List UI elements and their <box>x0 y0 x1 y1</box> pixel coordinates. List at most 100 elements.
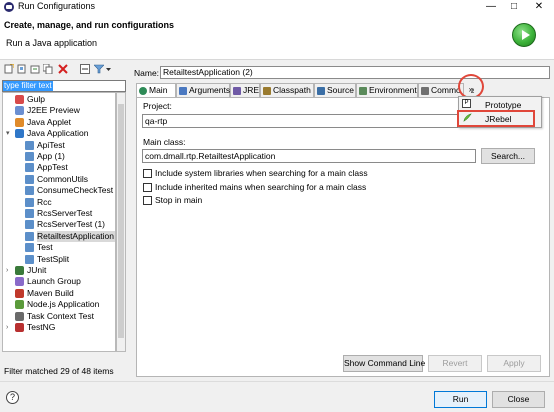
tree-item-label: Task Context Test <box>27 310 94 321</box>
include-system-libraries-checkbox[interactable]: Include system libraries when searching … <box>143 168 373 179</box>
java-class-icon <box>25 163 34 173</box>
tree-item[interactable]: App (1) <box>25 151 113 162</box>
collapse-all-icon[interactable] <box>80 64 90 74</box>
gulp-icon <box>15 95 24 104</box>
collapse-arrow-icon[interactable]: › <box>6 265 8 276</box>
checkbox-label: Include inherited mains when searching f… <box>155 182 367 192</box>
minimize-button[interactable]: — <box>482 0 500 14</box>
tree-item-label: Node.js Application <box>27 299 100 310</box>
j2ee-icon <box>15 106 24 116</box>
tree-item[interactable]: ConsumeCheckTest (1 <box>25 185 115 196</box>
name-label: Name: <box>134 68 160 78</box>
tree-item-label: J2EE Preview <box>27 105 80 116</box>
tree-item[interactable]: › TestNG <box>6 322 113 333</box>
project-label: Project: <box>143 101 172 111</box>
maximize-button[interactable]: □ <box>505 0 523 14</box>
tab-label: Environment <box>369 85 417 95</box>
close-button[interactable]: Close <box>492 391 545 408</box>
prototype-icon: P <box>462 99 471 108</box>
apply-button[interactable]: Apply <box>487 355 541 372</box>
tree-item[interactable]: RcsServerTest <box>25 208 113 219</box>
run-button[interactable]: Run <box>434 391 487 408</box>
revert-button[interactable]: Revert <box>428 355 482 372</box>
tree-item[interactable]: Rcc <box>25 197 113 208</box>
eclipse-app-icon <box>4 2 14 12</box>
delete-config-icon[interactable] <box>58 64 68 74</box>
testng-icon <box>15 323 24 332</box>
tree-item[interactable]: CommonUtils <box>25 174 113 185</box>
tab-jre[interactable]: JRE <box>230 83 260 97</box>
menu-item-label: Prototype <box>485 100 522 110</box>
tab-source[interactable]: Source <box>314 83 356 97</box>
java-class-icon <box>25 197 34 207</box>
filter-config-icon[interactable] <box>94 64 104 74</box>
tree-item[interactable]: Launch Group <box>15 276 113 287</box>
tree-item-label: TestSplit <box>37 253 70 264</box>
jre-tab-icon <box>233 87 241 95</box>
tab-label: Classpath <box>273 85 311 95</box>
tree-item[interactable]: AppTest <box>25 162 113 173</box>
filter-text-selection: type filter text <box>3 81 53 91</box>
checkbox-box[interactable] <box>143 169 152 178</box>
tab-classpath[interactable]: Classpath <box>260 83 314 97</box>
tree-item[interactable]: Node.js Application <box>15 299 113 310</box>
nodejs-icon <box>15 300 24 310</box>
name-field[interactable]: RetailtestApplication (2) <box>160 66 550 79</box>
checkbox-box[interactable] <box>143 183 152 192</box>
search-button[interactable]: Search... <box>481 148 535 164</box>
tab-main[interactable]: Main <box>136 83 176 98</box>
chevron-down-icon[interactable] <box>105 64 112 74</box>
run-logo-icon <box>512 23 536 47</box>
new-prototype-icon[interactable] <box>17 64 27 74</box>
header-subtitle: Run a Java application <box>6 38 98 48</box>
tree-item[interactable]: ▾ Java Application <box>6 128 113 139</box>
tree-item-label: Java Application <box>27 128 89 139</box>
window-title: Run Configurations <box>18 1 96 11</box>
tree-item[interactable]: RetailtestApplication (2 <box>25 230 115 242</box>
java-class-icon <box>25 220 34 230</box>
help-icon[interactable]: ? <box>6 391 19 404</box>
tree-item[interactable]: ApiTest <box>25 140 113 151</box>
checkbox-label: Include system libraries when searching … <box>155 168 368 178</box>
tree-scroll-thumb[interactable] <box>118 104 124 338</box>
include-inherited-mains-checkbox[interactable]: Include inherited mains when searching f… <box>143 182 373 193</box>
tree-item-label: ApiTest <box>37 139 65 150</box>
dialog-header: Create, manage, and run configurations R… <box>0 14 554 60</box>
config-toolbar <box>2 62 128 78</box>
java-class-icon <box>25 152 34 161</box>
stop-in-main-checkbox[interactable]: Stop in main <box>143 195 243 206</box>
main-class-field[interactable]: com.dmall.rtp.RetailtestApplication <box>142 149 476 163</box>
tab-label: Commo <box>431 85 461 95</box>
tree-item-label: App (1) <box>37 151 65 161</box>
tab-arguments[interactable]: Arguments <box>176 83 230 97</box>
expand-arrow-icon[interactable]: ▾ <box>6 128 10 139</box>
tree-item[interactable]: Gulp <box>15 94 113 105</box>
tree-item[interactable]: Maven Build <box>15 288 113 299</box>
checkbox-box[interactable] <box>143 196 152 205</box>
tab-environment[interactable]: Environment <box>356 83 418 97</box>
main-tab-body <box>136 97 550 377</box>
tab-label: Main <box>149 85 168 95</box>
tree-item[interactable]: Test <box>25 242 113 253</box>
tree-item[interactable]: Task Context Test <box>15 311 113 322</box>
duplicate-config-icon[interactable] <box>43 64 53 74</box>
source-tab-icon <box>317 87 325 95</box>
config-tree[interactable]: Gulp J2EE Preview Java Applet ▾ Java Applica… <box>2 92 116 352</box>
close-window-button[interactable]: ✕ <box>530 0 548 14</box>
collapse-arrow-icon[interactable]: › <box>6 322 8 333</box>
new-config-icon[interactable] <box>4 64 14 74</box>
tree-item[interactable]: RcsServerTest (1) <box>25 219 113 230</box>
show-command-line-button[interactable]: Show Command Line <box>343 355 425 372</box>
export-config-icon[interactable] <box>30 64 40 74</box>
tree-item-label: JUnit <box>27 265 47 275</box>
main-tab-icon <box>139 87 147 95</box>
tree-item[interactable]: J2EE Preview <box>15 105 113 116</box>
project-field[interactable]: qa-rtp <box>142 114 476 128</box>
tab-label: JRE <box>243 85 260 95</box>
tree-item[interactable]: TestSplit <box>25 254 113 265</box>
tree-item[interactable]: › JUnit <box>6 265 113 276</box>
maven-icon <box>15 288 24 298</box>
tree-item[interactable]: Java Applet <box>15 117 113 128</box>
tree-item-label: Gulp <box>27 94 45 104</box>
task-context-icon <box>15 311 24 321</box>
